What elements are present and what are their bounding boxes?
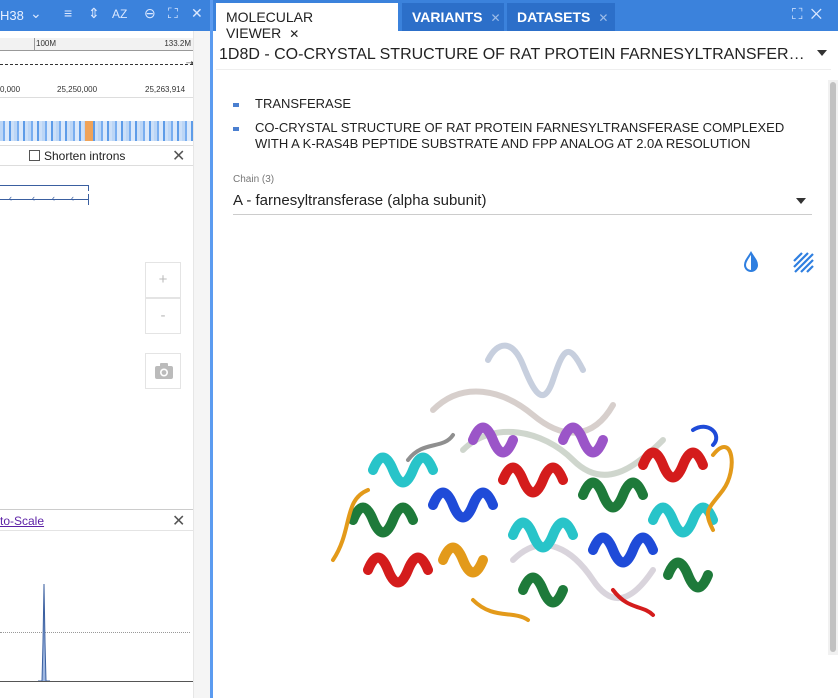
structure-select[interactable]: 1D8D - CO-CRYSTAL STRUCTURE OF RAT PROTE… xyxy=(216,44,831,70)
gene-end-marker xyxy=(88,194,89,205)
strand-arrow-icon: ‹ xyxy=(32,193,35,203)
tab-datasets[interactable]: DATASETS ✕ xyxy=(507,3,615,31)
browser-toolbar: H38 ⌄ ≡ ⇕ AZ ⊖ ⛶ ✕ xyxy=(0,0,210,31)
highlight-band xyxy=(85,121,93,141)
histogram-peak xyxy=(38,583,50,682)
shorten-introns-checkbox[interactable] xyxy=(29,150,40,161)
expand-tracks-icon[interactable]: ⇕ xyxy=(88,5,100,22)
close-tab-icon[interactable]: ✕ xyxy=(289,27,299,41)
molecule-3d-viewer[interactable] xyxy=(313,320,753,640)
tab-label: DATASETS xyxy=(517,9,591,25)
coord-label: 25,263,914 xyxy=(145,85,186,94)
bullet-icon xyxy=(233,103,239,107)
strand-arrow-icon: ‹ xyxy=(71,193,74,203)
chain-select[interactable]: A - farnesyltransferase (alpha subunit) xyxy=(233,190,812,215)
close-tab-icon[interactable]: ✕ xyxy=(598,11,608,25)
ruler-tick xyxy=(34,38,35,50)
chevron-down-icon[interactable]: ⌄ xyxy=(30,5,42,22)
shorten-introns-label[interactable]: Shorten introns xyxy=(44,149,125,163)
bullet-icon xyxy=(233,127,239,131)
close-icon[interactable]: ✕ xyxy=(172,146,185,166)
assembly-label[interactable]: H38 xyxy=(0,8,24,23)
strand-arrow-icon: ‹ xyxy=(52,193,55,203)
genome-browser-panel: H38 ⌄ ≡ ⇕ AZ ⊖ ⛶ ✕ 100M 133.2M ➝ 0,000 2… xyxy=(0,0,210,698)
cytoband-track[interactable] xyxy=(0,121,193,141)
screenshot-button[interactable] xyxy=(145,353,181,389)
strand-arrow-icon: ‹ xyxy=(9,193,12,203)
scrollbar-thumb[interactable] xyxy=(830,82,836,652)
gene-track-header: Shorten introns ✕ xyxy=(0,145,193,166)
fullscreen-icon[interactable]: ⛶ xyxy=(792,6,811,23)
protein-helices xyxy=(348,422,718,608)
close-icon[interactable]: ✕ xyxy=(811,6,830,23)
chain-select-value: A - farnesyltransferase (alpha subunit) xyxy=(233,192,487,209)
structure-description: CO-CRYSTAL STRUCTURE OF RAT PROTEIN FARN… xyxy=(255,120,785,151)
histogram-baseline xyxy=(0,681,193,682)
histogram-panel-header: to-Scale ✕ xyxy=(0,509,193,531)
color-scheme-icon[interactable] xyxy=(740,251,762,273)
chevron-down-icon[interactable] xyxy=(796,198,806,204)
zoom-out-button[interactable]: - xyxy=(145,298,181,334)
close-tab-icon[interactable]: ✕ xyxy=(491,11,501,25)
panel-window-controls: ⛶✕ xyxy=(792,6,830,23)
gene-bracket xyxy=(0,185,89,191)
chromosome-ruler: 100M 133.2M xyxy=(0,38,193,51)
minus-circle-icon[interactable]: ⊖ xyxy=(144,5,156,22)
coord-label: 0,000 xyxy=(0,85,21,94)
ruler-label-100m: 100M xyxy=(36,39,57,48)
representation-style-icon[interactable] xyxy=(792,251,814,273)
histogram-threshold-line xyxy=(0,632,190,633)
fullscreen-icon[interactable]: ⛶ xyxy=(168,5,178,22)
ruler-label-end: 133.2M xyxy=(164,39,191,48)
right-scrollbar[interactable] xyxy=(828,80,838,655)
tab-molecular-viewer[interactable]: MOLECULAR VIEWER ✕ xyxy=(216,3,398,41)
tab-variants[interactable]: VARIANTS ✕ xyxy=(402,3,504,31)
tab-label: VARIANTS xyxy=(412,9,483,25)
left-scrollbar[interactable] xyxy=(193,31,210,698)
chain-label: Chain (3) xyxy=(233,174,275,185)
camera-icon xyxy=(155,363,173,379)
zoom-in-button[interactable]: + xyxy=(145,262,181,298)
list-filter-icon[interactable]: ≡ xyxy=(64,5,72,21)
close-icon[interactable]: ✕ xyxy=(172,511,185,531)
coord-label: 25,250,000 xyxy=(57,85,98,94)
tab-bar: MOLECULAR VIEWER ✕ VARIANTS ✕ DATASETS ✕ ⛶✕ xyxy=(213,0,838,41)
coordinate-ruler: 0,000 25,250,000 25,263,914 xyxy=(0,84,193,98)
chevron-down-icon[interactable] xyxy=(817,50,827,56)
intron-line xyxy=(0,199,89,200)
close-icon[interactable]: ✕ xyxy=(191,5,203,22)
region-arrow-line: ➝ xyxy=(0,58,194,74)
gene-model[interactable]: ‹ ‹ ‹ ‹ xyxy=(0,185,90,207)
sort-az-icon[interactable]: AZ xyxy=(112,7,127,21)
structure-classification: TRANSFERASE xyxy=(255,96,352,111)
tab-label: MOLECULAR VIEWER xyxy=(226,9,314,41)
structure-select-value: 1D8D - CO-CRYSTAL STRUCTURE OF RAT PROTE… xyxy=(219,46,809,63)
to-scale-link[interactable]: to-Scale xyxy=(0,514,44,528)
molecular-viewer-panel: MOLECULAR VIEWER ✕ VARIANTS ✕ DATASETS ✕ ⛶✕… xyxy=(210,0,838,698)
